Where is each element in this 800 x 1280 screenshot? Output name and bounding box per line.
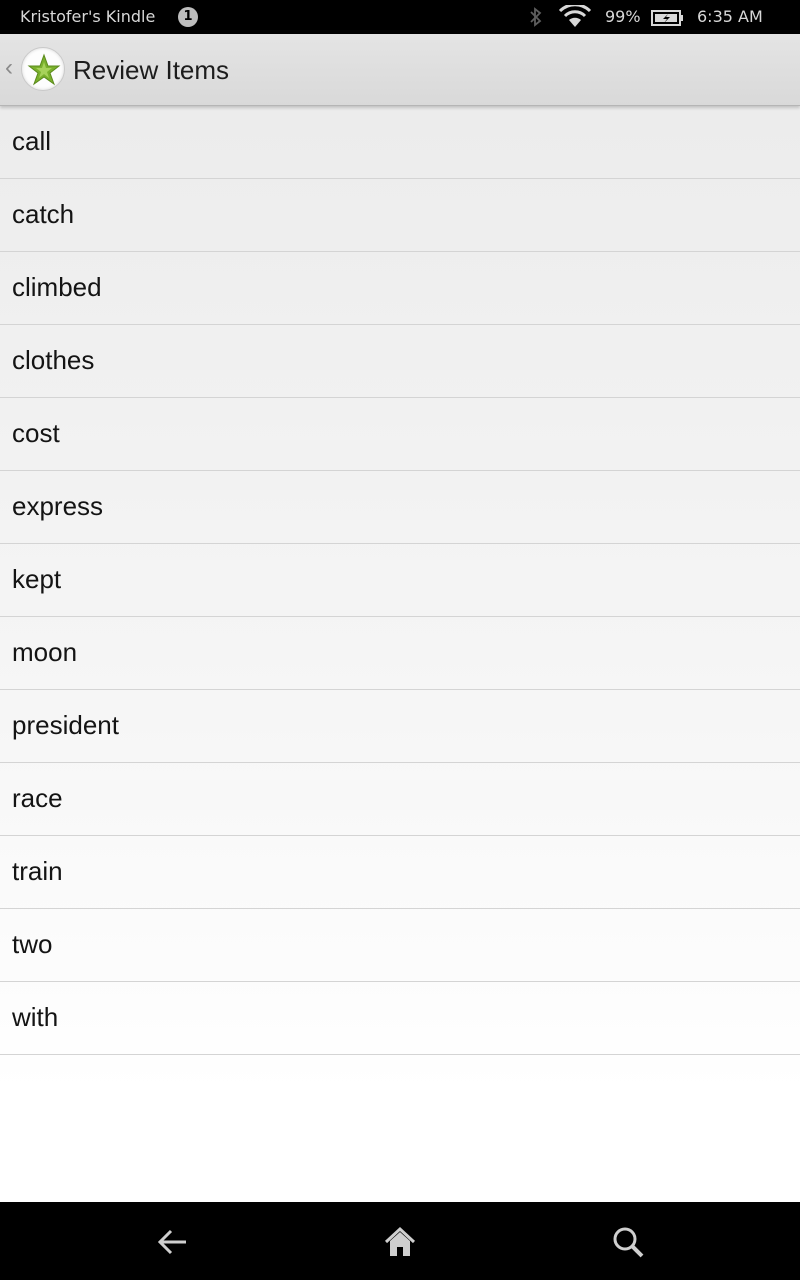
back-arrow-icon[interactable] bbox=[152, 1222, 192, 1262]
list-item[interactable]: with bbox=[0, 982, 800, 1055]
page-title: Review Items bbox=[73, 55, 230, 85]
item-list: call catch climbed clothes cost express kept mo… bbox=[0, 106, 800, 1055]
list-item[interactable]: call bbox=[0, 106, 800, 179]
home-icon[interactable] bbox=[380, 1222, 420, 1262]
list-item[interactable]: kept bbox=[0, 544, 800, 617]
wifi-icon bbox=[558, 3, 592, 33]
navigation-bar bbox=[0, 1202, 800, 1280]
clock: 6:35 AM bbox=[697, 7, 763, 26]
list-item-label: kept bbox=[12, 564, 62, 594]
list-item[interactable]: catch bbox=[0, 179, 800, 252]
battery-charging-icon bbox=[651, 9, 685, 31]
battery-percent: 99% bbox=[605, 7, 641, 26]
list-item-label: clothes bbox=[12, 345, 95, 375]
list-item-label: climbed bbox=[12, 272, 102, 302]
list-item[interactable]: cost bbox=[0, 398, 800, 471]
bluetooth-icon bbox=[529, 6, 543, 32]
list-item-label: with bbox=[12, 1002, 59, 1032]
search-icon[interactable] bbox=[608, 1222, 648, 1262]
list-item-label: cost bbox=[12, 418, 60, 448]
list-item[interactable]: moon bbox=[0, 617, 800, 690]
list-item-label: catch bbox=[12, 199, 75, 229]
list-item[interactable]: race bbox=[0, 763, 800, 836]
list-item-label: two bbox=[12, 929, 53, 959]
list-item-label: express bbox=[12, 491, 104, 521]
list-item[interactable]: two bbox=[0, 909, 800, 982]
notification-badge[interactable]: 1 bbox=[178, 7, 198, 27]
list-item-label: train bbox=[12, 856, 63, 886]
list-item-label: race bbox=[12, 783, 63, 813]
status-bar: Kristofer's Kindle 1 99% 6:35 AM bbox=[0, 0, 800, 34]
star-icon[interactable] bbox=[21, 47, 65, 91]
list-item-label: president bbox=[12, 710, 119, 740]
review-items-list: call catch climbed clothes cost express kept mo… bbox=[0, 106, 800, 1202]
device-name: Kristofer's Kindle bbox=[20, 7, 156, 26]
list-item-label: moon bbox=[12, 637, 78, 667]
list-item[interactable]: train bbox=[0, 836, 800, 909]
list-item[interactable]: climbed bbox=[0, 252, 800, 325]
list-item-label: call bbox=[12, 126, 52, 156]
list-item[interactable]: president bbox=[0, 690, 800, 763]
list-item[interactable]: clothes bbox=[0, 325, 800, 398]
up-navigation-caret[interactable]: ‹ bbox=[5, 56, 13, 80]
list-item[interactable]: express bbox=[0, 471, 800, 544]
action-bar: ‹ Review Items bbox=[0, 34, 800, 106]
